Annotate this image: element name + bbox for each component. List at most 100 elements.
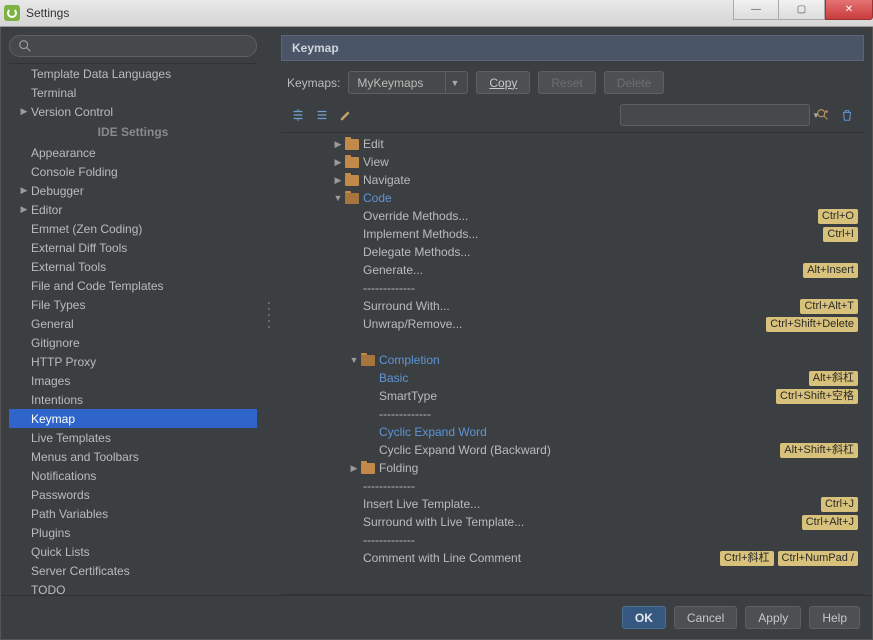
find-by-shortcut-button[interactable]: [812, 104, 834, 126]
sidebar-item[interactable]: External Diff Tools: [9, 238, 257, 257]
keymaps-dropdown[interactable]: MyKeymaps ▼: [348, 71, 468, 94]
sidebar-item[interactable]: Emmet (Zen Coding): [9, 219, 257, 238]
settings-tree[interactable]: Template Data Languages Terminal ▶Version …: [9, 63, 257, 595]
sidebar-item[interactable]: General: [9, 314, 257, 333]
sidebar-item[interactable]: Keymap: [9, 409, 257, 428]
action-search-input[interactable]: [631, 108, 808, 123]
cancel-button[interactable]: Cancel: [674, 606, 737, 629]
help-button[interactable]: Help: [809, 606, 860, 629]
sidebar-item[interactable]: File and Code Templates: [9, 276, 257, 295]
window-close-button[interactable]: ✕: [825, 0, 873, 20]
sidebar-item[interactable]: HTTP Proxy: [9, 352, 257, 371]
expand-icon: [291, 108, 305, 122]
sidebar-item-label: Notifications: [31, 469, 96, 483]
sidebar-item[interactable]: Gitignore: [9, 333, 257, 352]
action-label: Completion: [379, 353, 858, 367]
keymap-action[interactable]: Implement Methods...Ctrl+I: [281, 225, 864, 243]
copy-button[interactable]: Copy: [476, 71, 530, 94]
reset-button[interactable]: Reset: [538, 71, 595, 94]
action-search[interactable]: ▼: [620, 104, 810, 126]
keymap-action[interactable]: -------------: [281, 405, 864, 423]
keymap-action[interactable]: Comment with Line CommentCtrl+斜杠Ctrl+Num…: [281, 549, 864, 567]
expand-arrow-icon: ▶: [17, 185, 31, 196]
keymap-folder[interactable]: ▶Edit: [281, 135, 864, 153]
sidebar-item-label: Passwords: [31, 488, 90, 502]
ok-button[interactable]: OK: [622, 606, 666, 629]
keymap-folder[interactable]: ▼Completion: [281, 351, 864, 369]
settings-sidebar: Template Data Languages Terminal ▶Version …: [9, 35, 257, 595]
keymap-action[interactable]: Generate...Alt+Insert: [281, 261, 864, 279]
keymap-tree[interactable]: ▶Edit▶View▶Navigate▼CodeOverride Methods…: [281, 132, 864, 595]
sidebar-item[interactable]: Intentions: [9, 390, 257, 409]
sidebar-item[interactable]: External Tools: [9, 257, 257, 276]
shortcut-list: Ctrl+O: [818, 209, 858, 224]
keymap-folder[interactable]: ▶Navigate: [281, 171, 864, 189]
keymap-action[interactable]: -------------: [281, 531, 864, 549]
sidebar-item-label: Gitignore: [31, 336, 80, 350]
sidebar-item-label: Terminal: [31, 86, 76, 100]
sidebar-item[interactable]: Plugins: [9, 523, 257, 542]
keymap-action[interactable]: Override Methods...Ctrl+O: [281, 207, 864, 225]
sidebar-item-label: TODO: [31, 583, 65, 596]
sidebar-item[interactable]: Notifications: [9, 466, 257, 485]
shortcut-list: Ctrl+I: [823, 227, 858, 242]
shortcut-badge: Ctrl+Alt+J: [802, 515, 858, 530]
keymap-action[interactable]: [281, 333, 864, 351]
shortcut-list: Ctrl+Shift+Delete: [766, 317, 858, 332]
sidebar-item[interactable]: Path Variables: [9, 504, 257, 523]
keymap-action[interactable]: Unwrap/Remove...Ctrl+Shift+Delete: [281, 315, 864, 333]
sidebar-item[interactable]: Menus and Toolbars: [9, 447, 257, 466]
sidebar-item[interactable]: ▶Debugger: [9, 181, 257, 200]
action-label: Folding: [379, 461, 858, 475]
sidebar-item-label: Menus and Toolbars: [31, 450, 139, 464]
sidebar-item[interactable]: Live Templates: [9, 428, 257, 447]
expand-all-button[interactable]: [287, 104, 309, 126]
edit-shortcut-button[interactable]: [335, 104, 357, 126]
apply-button[interactable]: Apply: [745, 606, 801, 629]
keymap-action[interactable]: SmartTypeCtrl+Shift+空格: [281, 387, 864, 405]
window-minimize-button[interactable]: —: [733, 0, 779, 20]
keymap-action[interactable]: BasicAlt+斜杠: [281, 369, 864, 387]
action-label: Cyclic Expand Word (Backward): [379, 443, 780, 457]
sidebar-item[interactable]: File Types: [9, 295, 257, 314]
trash-button[interactable]: [836, 104, 858, 126]
keymap-action[interactable]: Surround With...Ctrl+Alt+T: [281, 297, 864, 315]
sidebar-item-label: Plugins: [31, 526, 70, 540]
sidebar-item[interactable]: Template Data Languages: [9, 64, 257, 83]
keymap-action[interactable]: -------------: [281, 477, 864, 495]
delete-button[interactable]: Delete: [604, 71, 665, 94]
action-label: -------------: [363, 479, 858, 493]
sidebar-item[interactable]: Terminal: [9, 83, 257, 102]
sidebar-item[interactable]: TODO: [9, 580, 257, 595]
sidebar-item[interactable]: ▶Editor: [9, 200, 257, 219]
sidebar-item[interactable]: Images: [9, 371, 257, 390]
trash-icon: [840, 108, 854, 122]
sidebar-item[interactable]: Passwords: [9, 485, 257, 504]
keymap-action[interactable]: Surround with Live Template...Ctrl+Alt+J: [281, 513, 864, 531]
sidebar-item[interactable]: Server Certificates: [9, 561, 257, 580]
sidebar-item[interactable]: ▶Version Control: [9, 102, 257, 121]
settings-search-input[interactable]: [36, 39, 248, 53]
sidebar-item[interactable]: Appearance: [9, 143, 257, 162]
shortcut-badge: Ctrl+Alt+T: [800, 299, 858, 314]
window-maximize-button[interactable]: ▢: [779, 0, 825, 20]
expand-arrow-icon: ▶: [347, 463, 361, 474]
action-label: Basic: [379, 371, 809, 385]
keymap-folder[interactable]: ▶View: [281, 153, 864, 171]
shortcut-list: Alt+斜杠: [809, 371, 858, 386]
keymap-folder[interactable]: ▶ Folding: [281, 459, 864, 477]
keymap-action[interactable]: Delegate Methods...: [281, 243, 864, 261]
splitter[interactable]: [265, 35, 273, 595]
shortcut-list: Ctrl+Alt+T: [800, 299, 858, 314]
keymap-action[interactable]: Cyclic Expand Word: [281, 423, 864, 441]
keymap-folder[interactable]: ▼Code: [281, 189, 864, 207]
collapse-all-button[interactable]: [311, 104, 333, 126]
search-icon: [18, 39, 32, 53]
keymap-action[interactable]: -------------: [281, 279, 864, 297]
sidebar-item[interactable]: Console Folding: [9, 162, 257, 181]
keymap-action[interactable]: Insert Live Template...Ctrl+J: [281, 495, 864, 513]
sidebar-item[interactable]: Quick Lists: [9, 542, 257, 561]
keymap-action[interactable]: Cyclic Expand Word (Backward)Alt+Shift+斜…: [281, 441, 864, 459]
sidebar-item-label: Server Certificates: [31, 564, 130, 578]
settings-search[interactable]: [9, 35, 257, 57]
